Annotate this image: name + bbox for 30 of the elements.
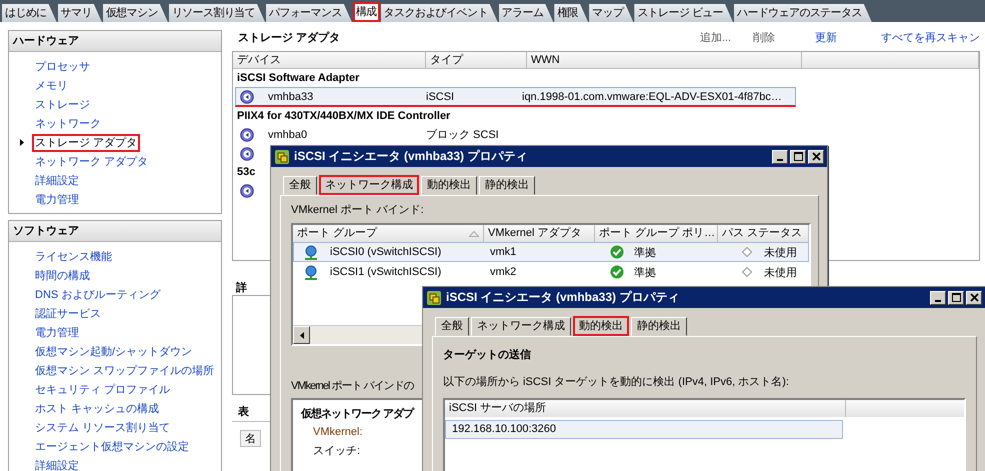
table-cell-text: 準拠: [634, 266, 656, 280]
section-header: ソフトウェア: [9, 221, 221, 242]
table-cell: ブロック SCSI: [426, 129, 499, 141]
section-label: VMkernel ポート バインドの: [291, 380, 414, 392]
section-title: 詳: [236, 280, 247, 295]
box-title: 仮想ネットワーク アダプ: [301, 408, 414, 420]
section-title: ストレージ アダプタ: [238, 30, 340, 44]
table-cell: iSCSI1 (vSwitchISCSI): [330, 266, 442, 278]
table-cell: iSCSI: [426, 90, 454, 102]
field-label: スイッチ:: [313, 445, 360, 457]
table-cell-text: 準拠: [634, 246, 656, 260]
view-label: 表: [238, 404, 249, 419]
table-cell: iSCSI0 (vSwitchISCSI): [330, 246, 442, 258]
table-cell: iqn.1998-01.com.vmware:EQL-ADV-ESX01-4f87bc…: [522, 90, 782, 102]
description-text: 以下の場所から iSCSI ターゲットを動的に検出 (IPv4, IPv6, ホスト名):: [443, 375, 790, 389]
section-heading: ターゲットの送信: [443, 348, 532, 362]
group-label: 53c: [237, 166, 256, 178]
table-cell: vmk2: [490, 266, 516, 278]
table-cell: vmhba0: [268, 128, 308, 140]
table-cell-text: 未使用: [764, 246, 797, 260]
window-title: iSCSI イニシエータ (vmhba33) プロパティ: [446, 289, 680, 306]
section-label: VMkernel ポート バインド:: [291, 203, 425, 217]
group-label: PIIX4 for 430TX/440BX/MX IDE Controller: [237, 110, 450, 122]
table-cell: vmk1: [490, 246, 516, 258]
field-label: VMkernel:: [313, 426, 363, 438]
group-label: iSCSI Software Adapter: [237, 72, 360, 84]
table-cell-text: 未使用: [764, 266, 797, 280]
window-title: iSCSI イニシエータ (vmhba33) プロパティ: [294, 148, 528, 165]
table-cell: vmhba33: [268, 90, 314, 102]
section-header: ハードウェア: [9, 31, 221, 52]
